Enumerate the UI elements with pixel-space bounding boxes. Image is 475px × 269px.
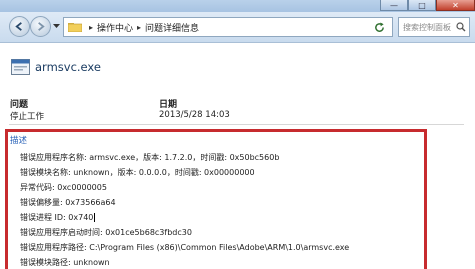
minimize-button[interactable]: — <box>380 0 408 11</box>
maximize-button[interactable]: □ <box>408 0 436 11</box>
highlight-box <box>5 129 427 269</box>
section-divider <box>9 124 464 125</box>
address-bar[interactable]: ▸ 操作中心 ▸ 问题详细信息 <box>63 17 393 37</box>
page-title: armsvc.exe <box>35 60 101 74</box>
search-placeholder: 搜索控制面板 <box>403 22 451 32</box>
back-button[interactable] <box>9 16 30 37</box>
chevron-down-icon[interactable] <box>53 23 60 29</box>
breadcrumb-item-action-center[interactable]: 操作中心 <box>97 21 133 34</box>
date-label: 日期 <box>159 100 178 110</box>
back-arrow-icon <box>15 22 22 31</box>
app-window-icon <box>11 59 30 75</box>
forward-arrow-icon <box>38 22 45 31</box>
problem-label: 问题 <box>10 100 29 110</box>
search-input[interactable]: 搜索控制面板 <box>398 17 470 37</box>
breadcrumb-separator: ▸ <box>89 22 94 32</box>
close-button[interactable]: ✕ <box>436 0 475 11</box>
search-icon <box>456 22 466 32</box>
problem-value: 停止工作 <box>10 112 45 122</box>
date-value: 2013/5/28 14:03 <box>159 110 230 120</box>
navigation-bar: ▸ 操作中心 ▸ 问题详细信息 搜索控制面板 <box>0 12 475 43</box>
folder-icon <box>68 23 82 32</box>
breadcrumb-item-problem-details[interactable]: 问题详细信息 <box>145 21 199 34</box>
forward-button[interactable] <box>30 16 51 37</box>
breadcrumb-separator: ▸ <box>137 22 142 32</box>
refresh-icon <box>375 21 384 32</box>
refresh-button[interactable] <box>368 19 391 35</box>
